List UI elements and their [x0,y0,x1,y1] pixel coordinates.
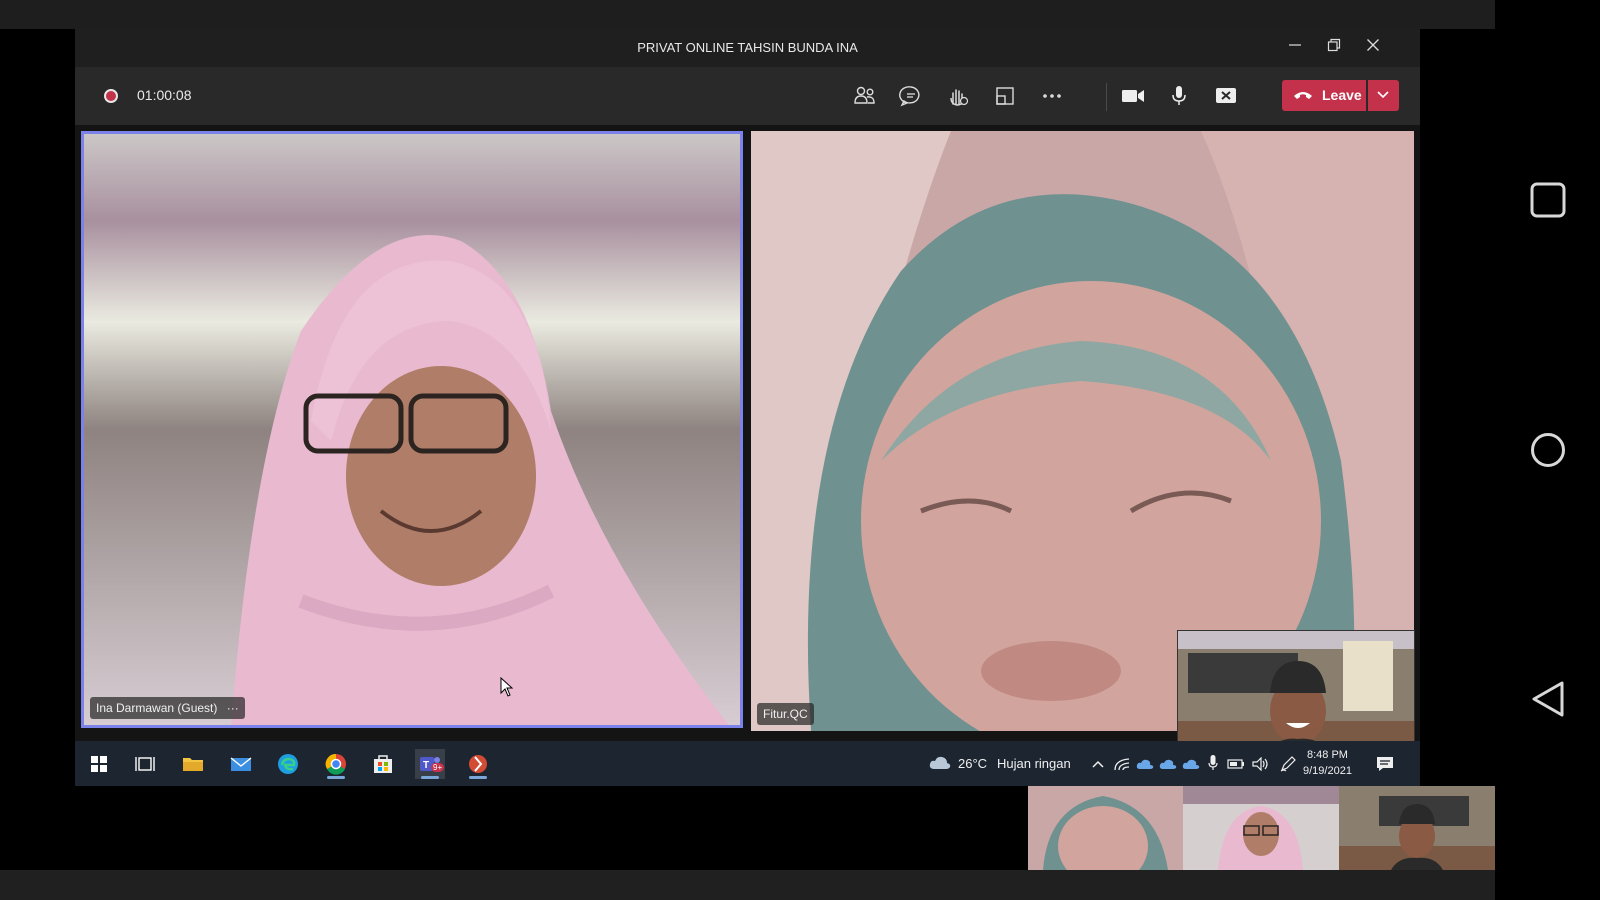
edge-browser-button[interactable] [273,749,303,779]
close-window-button[interactable] [1359,36,1387,60]
windows-logo-icon [91,756,107,772]
store-button[interactable] [368,749,398,779]
stop-share-icon [1216,88,1236,103]
weather-temperature[interactable]: 26°C [958,756,987,771]
weather-cloud-icon [929,756,951,769]
android-bottom-strip [0,870,1495,900]
rooms-button[interactable] [992,84,1018,108]
clock-time: 8:48 PM [1306,749,1348,761]
chevron-up-icon[interactable] [1092,760,1104,768]
camera-button[interactable] [1120,84,1146,108]
leave-label: Leave [1322,87,1362,103]
android-navigation-bar [1495,0,1600,900]
home-circle-icon[interactable] [1530,432,1566,468]
clock-date: 9/19/2021 [1303,765,1352,777]
volume-icon[interactable] [1252,757,1270,771]
meeting-timer: 01:00:08 [137,87,192,103]
raise-hand-icon [950,89,969,106]
chat-button[interactable] [898,84,924,108]
video-camera-icon [1122,90,1144,102]
back-triangle-icon[interactable] [1530,680,1566,718]
thumbnail-image [1339,786,1495,870]
restore-button[interactable] [1320,36,1348,60]
recent-apps-square-icon[interactable] [1530,182,1566,218]
participant-name-tag: Ina Darmawan (Guest) ··· [90,697,245,719]
participants-button[interactable] [852,84,878,108]
start-button[interactable] [84,749,114,779]
more-actions-button[interactable] [1039,84,1065,108]
close-icon [1367,39,1379,51]
leave-options-button[interactable] [1368,80,1399,111]
chat-icon [899,86,920,107]
thumbnail-image [1183,786,1339,870]
microphone-icon [1172,86,1186,105]
file-explorer-button[interactable] [178,749,208,779]
running-indicator [327,776,345,779]
breakout-rooms-icon [996,87,1014,105]
recording-indicator-icon [104,89,118,103]
toolbar-divider [1106,83,1107,111]
folder-icon [183,758,203,771]
mail-button[interactable] [226,749,256,779]
stop-sharing-button[interactable] [1213,84,1239,108]
video-stage: Ina Darmawan (Guest) ··· Fitur.QC [75,125,1420,760]
reactions-button[interactable] [945,84,971,108]
minimize-icon [1289,44,1301,46]
running-indicator [469,776,487,779]
chrome-icon [325,753,346,775]
store-bag-icon [374,755,392,773]
thumbnail-participant[interactable] [1028,786,1183,870]
running-indicator [421,776,439,779]
minimize-button[interactable] [1281,36,1309,60]
network-icon[interactable] [1114,757,1130,771]
onedrive-cloud-icon[interactable] [1182,758,1200,770]
leave-button[interactable]: Leave [1282,80,1366,111]
android-status-strip [0,0,1495,29]
mail-icon [230,757,252,771]
screen-app-button[interactable] [463,749,493,779]
onedrive-cloud-icon[interactable] [1136,758,1154,770]
meeting-title: PRIVAT ONLINE TAHSIN BUNDA INA [637,40,858,55]
participant-name: Ina Darmawan (Guest) [96,701,218,715]
people-icon [854,86,875,104]
chrome-browser-button[interactable] [321,749,351,779]
thumbnail-participant[interactable] [1183,786,1339,870]
notification-center-icon[interactable] [1376,756,1394,772]
svg-text:T: T [423,760,429,771]
weather-description[interactable]: Hujan ringan [997,756,1071,771]
teams-meeting-window: PRIVAT ONLINE TAHSIN BUNDA INA 01:00:08 [75,29,1420,786]
more-dots-icon [1043,94,1061,98]
windows-taskbar: T 9+ 26°C Hujan ringan 8:48 PM 9/19/2021 [75,741,1420,786]
chevron-down-icon [1377,91,1389,99]
battery-icon[interactable] [1227,758,1245,770]
teams-button[interactable]: T 9+ [415,749,445,779]
thumbnail-participant[interactable] [1339,786,1495,870]
title-bar: PRIVAT ONLINE TAHSIN BUNDA INA [75,29,1420,67]
onedrive-cloud-icon[interactable] [1159,758,1177,770]
participant-video-image [84,134,740,725]
microphone-tray-icon[interactable] [1208,755,1218,771]
teams-notification-badge: 9+ [431,763,445,772]
edge-icon [278,754,298,774]
microphone-button[interactable] [1166,84,1192,108]
thumbnail-strip [1028,786,1495,870]
task-view-button[interactable] [130,749,160,779]
participant-more-button[interactable]: ··· [227,701,239,715]
pen-icon[interactable] [1280,756,1296,772]
mouse-cursor-icon [500,677,514,697]
participant-video-ina[interactable]: Ina Darmawan (Guest) ··· [81,131,743,728]
app-icon [469,755,487,773]
task-view-icon [135,757,155,771]
thumbnail-image [1028,786,1183,870]
participant-name: Fitur.QC [763,707,808,721]
taskbar-clock[interactable]: 8:48 PM 9/19/2021 [1303,747,1352,779]
participant-name-tag: Fitur.QC [757,703,814,725]
hang-up-phone-icon [1294,92,1312,99]
meeting-toolbar: 01:00:08 Leave [75,67,1420,125]
restore-icon [1327,38,1341,52]
